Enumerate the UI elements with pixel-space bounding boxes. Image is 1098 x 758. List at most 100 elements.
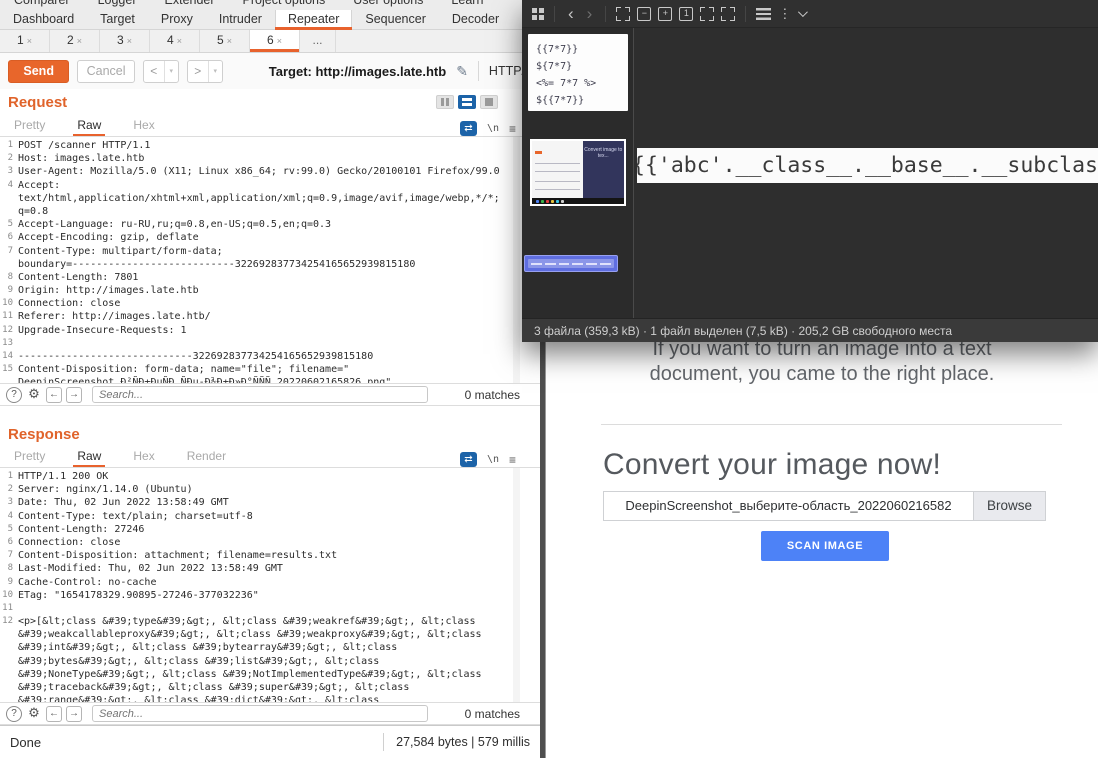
newline-toggle-icon[interactable]: \n — [487, 454, 499, 465]
ssti-text-file-thumbnail[interactable]: {{7*7}} ${7*7} <%= 7*7 %> ${{7*7}} — [528, 34, 628, 111]
repeater-action-bar: Send Cancel <▾ >▾ Target: http://images.… — [0, 53, 540, 89]
send-button[interactable]: Send — [8, 60, 69, 83]
repeater-tab-2[interactable]: 2× — [50, 30, 100, 52]
tab-raw[interactable]: Raw — [73, 449, 105, 467]
tab-render[interactable]: Render — [183, 449, 230, 467]
tab-sequencer[interactable]: Sequencer — [352, 10, 438, 30]
actual-size-icon[interactable]: 1 — [679, 7, 693, 21]
tab-target[interactable]: Target — [87, 10, 148, 30]
fit-width-icon[interactable] — [700, 7, 714, 21]
thumb-site-pane: Convert image to tex... — [583, 141, 624, 198]
next-response-button[interactable]: >▾ — [187, 60, 223, 83]
search-next-icon[interactable]: → — [66, 387, 82, 403]
layout-rows-icon[interactable] — [458, 95, 476, 109]
search-settings-icon[interactable]: ⚙ — [26, 387, 42, 403]
repeater-tab-4[interactable]: 4× — [150, 30, 200, 52]
code-line: 15Content-Disposition: form-data; name="… — [0, 363, 540, 376]
help-icon[interactable]: ? — [6, 706, 22, 722]
tab-proxy[interactable]: Proxy — [148, 10, 206, 30]
file-upload-control[interactable]: DeepinScreenshot_выберите-область_202206… — [603, 491, 1046, 521]
repeater-tab-3[interactable]: 3× — [100, 30, 150, 52]
format-icon[interactable]: ⇄ — [460, 452, 477, 467]
repeater-tab-5[interactable]: 5× — [200, 30, 250, 52]
search-next-icon[interactable]: → — [66, 706, 82, 722]
zoom-out-icon[interactable]: − — [637, 7, 651, 21]
back-icon[interactable]: ‹ — [565, 5, 577, 22]
close-tab-icon[interactable]: × — [127, 36, 132, 46]
close-tab-icon[interactable]: × — [227, 36, 232, 46]
code-line: boundary=---------------------------3226… — [0, 258, 540, 271]
editor-menu-icon[interactable]: ≡ — [509, 453, 516, 467]
repeater-tab-6[interactable]: 6× — [250, 30, 300, 52]
code-line: 12Upgrade-Insecure-Requests: 1 — [0, 324, 540, 337]
code-line: 7Content-Type: multipart/form-data; — [0, 245, 540, 258]
status-text: Done — [10, 735, 41, 750]
code-line: &#39;traceback&#39;&gt;, &lt;class &#39;… — [0, 681, 540, 694]
cancel-button[interactable]: Cancel — [77, 60, 134, 83]
tab-extender[interactable]: Extender — [151, 0, 229, 10]
tab-decoder[interactable]: Decoder — [439, 10, 512, 30]
fit-window-icon[interactable] — [616, 7, 630, 21]
close-tab-icon[interactable]: × — [27, 36, 32, 46]
dropdown-icon[interactable]: ▾ — [208, 61, 222, 82]
code-line: 14-----------------------------322692837… — [0, 350, 540, 363]
response-search-input[interactable] — [92, 705, 428, 722]
tab-repeater[interactable]: Repeater — [275, 10, 352, 30]
tab-intruder[interactable]: Intruder — [206, 10, 275, 30]
code-line: 6Connection: close — [0, 536, 540, 549]
editor-menu-icon[interactable]: ≡ — [509, 122, 516, 136]
response-editor[interactable]: 1HTTP/1.1 200 OK2Server: nginx/1.14.0 (U… — [0, 468, 540, 702]
tab-user-options[interactable]: User options — [339, 0, 437, 10]
newline-toggle-icon[interactable]: \n — [487, 123, 499, 134]
tab-hex[interactable]: Hex — [129, 449, 158, 467]
format-icon[interactable]: ⇄ — [460, 121, 477, 136]
page-title: Convert your image now! — [603, 448, 941, 482]
close-tab-icon[interactable]: × — [177, 36, 182, 46]
divider — [554, 6, 555, 22]
search-prev-icon[interactable]: ← — [46, 387, 62, 403]
tab-raw[interactable]: Raw — [73, 118, 105, 136]
selected-text-strip-thumbnail[interactable] — [524, 255, 618, 272]
tab-pretty[interactable]: Pretty — [10, 449, 49, 467]
burp-tabs-row-clipped: ComparerLoggerExtenderProject optionsUse… — [0, 0, 540, 10]
fill-window-icon[interactable] — [721, 7, 735, 21]
divider — [745, 6, 746, 22]
search-settings-icon[interactable]: ⚙ — [26, 706, 42, 722]
zoom-in-icon[interactable]: + — [658, 7, 672, 21]
repeater-tab-1[interactable]: 1× — [0, 30, 50, 52]
kebab-menu-icon[interactable]: ⋮ — [778, 6, 791, 22]
tab-logger[interactable]: Logger — [84, 0, 151, 10]
response-metrics: 27,584 bytes | 579 millis — [396, 735, 530, 749]
code-line: 12<p>[&lt;class &#39;type&#39;&gt;, &lt;… — [0, 615, 540, 628]
request-editor[interactable]: 1POST /scanner HTTP/1.12Host: images.lat… — [0, 137, 540, 383]
fm-preview-pane[interactable]: {{'abc'.__class__.__base__.__subclasses_… — [634, 28, 1098, 318]
divider — [383, 733, 384, 751]
list-view-icon[interactable] — [756, 8, 771, 20]
repeater-tab-overflow[interactable]: ... — [300, 30, 336, 52]
code-line: 6Accept-Encoding: gzip, deflate — [0, 231, 540, 244]
tab-comparer[interactable]: Comparer — [0, 0, 84, 10]
dropdown-icon[interactable]: ▾ — [164, 61, 178, 82]
screenshot-file-thumbnail[interactable]: Convert image to tex... — [530, 139, 626, 206]
close-tab-icon[interactable]: × — [277, 36, 282, 46]
tab-learn[interactable]: Learn — [437, 0, 497, 10]
fm-status-bar: 3 файла (359,3 kB) · 1 файл выделен (7,5… — [522, 318, 1098, 342]
browse-button[interactable]: Browse — [973, 492, 1045, 520]
help-icon[interactable]: ? — [6, 387, 22, 403]
request-search-input[interactable] — [92, 386, 428, 403]
chevron-down-icon[interactable] — [798, 7, 808, 17]
thumbnails-grid-icon[interactable] — [532, 8, 544, 20]
edit-target-icon[interactable]: ✎ — [456, 63, 468, 80]
forward-icon[interactable]: › — [584, 5, 596, 22]
editor-tools: ⇄ \n ≡ — [460, 452, 516, 467]
layout-columns-icon[interactable] — [436, 95, 454, 109]
layout-single-icon[interactable] — [480, 95, 498, 109]
tab-project-options[interactable]: Project options — [229, 0, 340, 10]
close-tab-icon[interactable]: × — [77, 36, 82, 46]
search-prev-icon[interactable]: ← — [46, 706, 62, 722]
tab-hex[interactable]: Hex — [129, 118, 158, 136]
prev-response-button[interactable]: <▾ — [143, 60, 179, 83]
tab-pretty[interactable]: Pretty — [10, 118, 49, 136]
scan-image-button[interactable]: SCAN IMAGE — [761, 531, 889, 561]
tab-dashboard[interactable]: Dashboard — [0, 10, 87, 30]
